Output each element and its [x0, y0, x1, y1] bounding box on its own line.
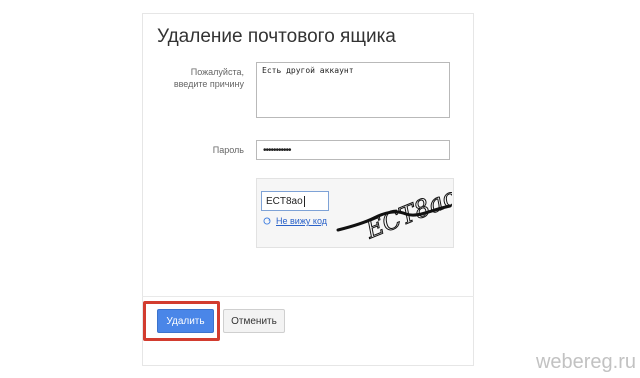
reason-textarea[interactable]: Есть другой аккаунт [256, 62, 450, 118]
captcha-image-text: ECT8ao [361, 188, 452, 244]
watermark: webereg.ru [535, 351, 636, 373]
captcha-input-value: ECT8ao [266, 195, 303, 207]
text-cursor [303, 195, 305, 207]
cant-see-code-link[interactable]: Не вижу код [276, 216, 327, 226]
captcha-input[interactable]: ECT8ao [261, 191, 329, 211]
page-title: Удаление почтового ящика [157, 26, 396, 47]
reason-label-line2: введите причину [173, 79, 244, 89]
password-field[interactable]: ••••••••••• [256, 140, 450, 160]
highlight-frame [143, 301, 220, 341]
password-masked-value: ••••••••••• [263, 144, 291, 156]
refresh-icon[interactable] [263, 217, 271, 225]
captcha-image: ECT8ao [336, 188, 452, 244]
password-label: Пароль [212, 145, 244, 155]
reason-label: Пожалуйста, введите причину [134, 66, 244, 90]
cancel-button[interactable]: Отменить [223, 309, 285, 333]
reason-label-line1: Пожалуйста, [190, 67, 244, 77]
